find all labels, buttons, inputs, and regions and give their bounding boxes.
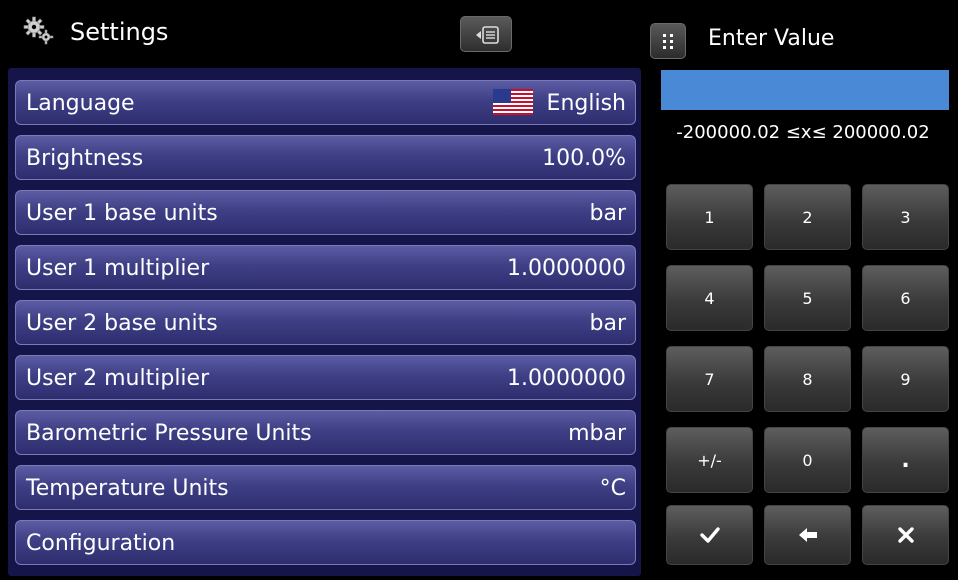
setting-label: Brightness [26,146,144,171]
setting-label: User 1 base units [26,201,218,226]
enter-button[interactable] [666,505,753,565]
keypad-title: Enter Value [708,26,835,51]
setting-value: 100.0% [542,146,626,171]
key-7[interactable]: 7 [666,346,753,412]
setting-row-user1-multiplier[interactable]: User 1 multiplier 1.0000000 [15,245,636,290]
backspace-button[interactable] [764,505,851,565]
setting-value: °C [599,476,626,501]
setting-value: mbar [568,421,626,446]
setting-label: User 2 multiplier [26,366,210,391]
setting-value: English [546,91,626,116]
key-2[interactable]: 2 [764,184,851,250]
setting-label: Barometric Pressure Units [26,421,312,446]
key-8[interactable]: 8 [764,346,851,412]
settings-list: Language English Brightness 100.0% User … [8,68,641,576]
setting-value: bar [589,311,627,336]
gear-icon [23,16,54,45]
key-6[interactable]: 6 [862,265,949,331]
key-plus-minus[interactable]: +/- [666,427,753,493]
setting-row-user1-base-units[interactable]: User 1 base units bar [15,190,636,235]
setting-label: Configuration [26,531,176,556]
backspace-arrow-icon [798,528,817,542]
check-icon [699,527,720,543]
setting-label: Temperature Units [26,476,229,501]
key-0[interactable]: 0 [764,427,851,493]
keypad-grid-icon [663,34,673,49]
close-icon [897,527,914,543]
setting-label: User 1 multiplier [26,256,210,281]
setting-value: 1.0000000 [507,366,626,391]
back-to-list-icon [476,26,499,44]
key-1[interactable]: 1 [666,184,753,250]
setting-row-user2-multiplier[interactable]: User 2 multiplier 1.0000000 [15,355,636,400]
setting-label: Language [26,91,135,116]
page-title: Settings [70,18,169,46]
setting-value: bar [589,201,627,226]
header-bar: Settings [0,0,640,64]
back-to-list-button[interactable] [460,16,512,52]
value-entry-field[interactable] [661,70,949,110]
key-9[interactable]: 9 [862,346,949,412]
key-decimal-point[interactable]: . [862,427,949,493]
key-5[interactable]: 5 [764,265,851,331]
keypad-toggle-button[interactable] [650,23,686,59]
setting-row-language[interactable]: Language English [15,80,636,125]
setting-row-temperature-units[interactable]: Temperature Units °C [15,465,636,510]
cancel-button[interactable] [862,505,949,565]
key-3[interactable]: 3 [862,184,949,250]
setting-row-configuration[interactable]: Configuration [15,520,636,565]
key-4[interactable]: 4 [666,265,753,331]
setting-label: User 2 base units [26,311,218,336]
setting-value: 1.0000000 [507,256,626,281]
setting-row-brightness[interactable]: Brightness 100.0% [15,135,636,180]
setting-row-user2-base-units[interactable]: User 2 base units bar [15,300,636,345]
us-flag-icon [493,89,533,115]
value-range-text: -200000.02 ≤x≤ 200000.02 [676,122,930,143]
setting-row-barometric-pressure-units[interactable]: Barometric Pressure Units mbar [15,410,636,455]
